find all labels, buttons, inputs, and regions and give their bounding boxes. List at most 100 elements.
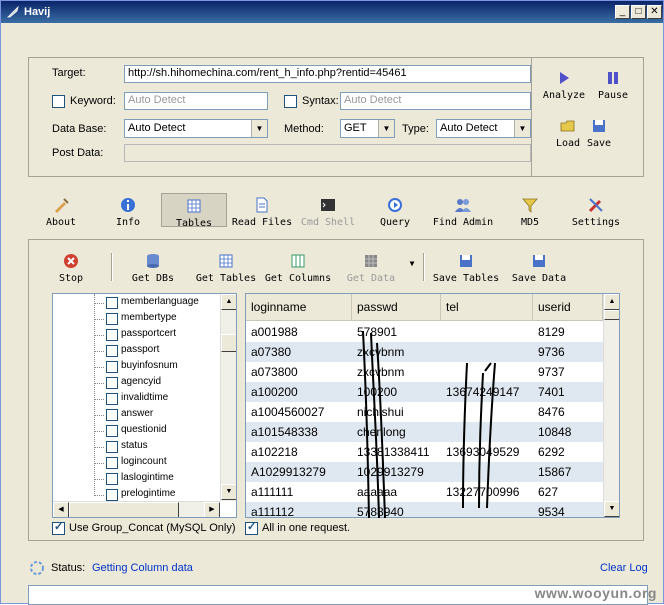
tree-item-checkbox[interactable] xyxy=(106,473,118,485)
get-dbs-button[interactable]: Get DBs xyxy=(128,252,178,284)
table-cell: 9736 xyxy=(538,345,565,359)
postdata-input[interactable] xyxy=(124,144,531,162)
tree-item[interactable]: questionid xyxy=(53,423,223,439)
database-select[interactable]: Auto Detect ▼ xyxy=(124,119,268,138)
table-row[interactable]: a07380 zxcvbnm 9736 xyxy=(246,342,603,362)
title-bar[interactable]: Havij xyxy=(1,1,663,23)
tree-vscrollbar[interactable]: ▲ ▼ xyxy=(220,294,236,501)
type-select[interactable]: Auto Detect ▼ xyxy=(436,119,531,138)
maximize-button[interactable]: □ xyxy=(631,5,646,19)
tree-item-checkbox[interactable] xyxy=(106,313,118,325)
get-data-dropdown[interactable]: ▼ xyxy=(407,259,417,268)
tree-hscrollbar[interactable]: ◀ ▶ xyxy=(53,501,220,517)
tree-item-checkbox[interactable] xyxy=(106,345,118,357)
column-header[interactable]: userid xyxy=(533,294,603,321)
tree-item-checkbox[interactable] xyxy=(106,441,118,453)
stop-button[interactable]: Stop xyxy=(55,252,87,284)
group-concat-checkbox[interactable] xyxy=(52,520,65,535)
scroll-up-button[interactable]: ▲ xyxy=(604,294,619,310)
table-row[interactable]: A1029913279 1029913279 15867 xyxy=(246,462,603,482)
table-cell: 13693049529 xyxy=(446,445,520,459)
postdata-label: Post Data: xyxy=(52,147,104,159)
tree-item[interactable]: buyinfosnum xyxy=(53,359,223,375)
tree-item[interactable]: status xyxy=(53,439,223,455)
close-button[interactable]: ✕ xyxy=(647,5,662,19)
table-row[interactable]: a111111 aaaaaa 13227700996 627 xyxy=(246,482,603,502)
scroll-up-button[interactable]: ▲ xyxy=(221,294,236,310)
tool-find-admin[interactable]: Find Admin xyxy=(430,196,496,228)
tree-item-checkbox[interactable] xyxy=(106,489,118,501)
table-cell: 6292 xyxy=(538,445,565,459)
tool-info-label: Info xyxy=(115,217,141,228)
scroll-left-button[interactable]: ◀ xyxy=(53,502,69,517)
keyword-checkbox[interactable] xyxy=(52,95,65,108)
scroll-right-button[interactable]: ▶ xyxy=(204,502,220,517)
tree-item-checkbox[interactable] xyxy=(106,409,118,421)
tree-item-checkbox[interactable] xyxy=(106,393,118,405)
pause-button[interactable]: Pause xyxy=(595,69,631,101)
tree-item-label: memberlanguage xyxy=(121,296,199,307)
tool-info[interactable]: Info xyxy=(111,196,145,228)
syntax-checkbox[interactable] xyxy=(284,95,297,108)
column-header[interactable]: tel xyxy=(441,294,533,321)
data-grid[interactable]: loginname passwd tel userid a001988 57890… xyxy=(245,293,620,518)
tool-query[interactable]: Query xyxy=(376,196,414,228)
tree-item[interactable]: invalidtime xyxy=(53,391,223,407)
tool-settings[interactable]: Settings xyxy=(570,196,622,228)
scroll-thumb[interactable] xyxy=(604,310,619,320)
table-row[interactable]: a1004560027 nichishui 8476 xyxy=(246,402,603,422)
table-row[interactable]: a073800 zxcvbnm 9737 xyxy=(246,362,603,382)
table-row[interactable]: a111112 5788940 9534 xyxy=(246,502,603,517)
table-row[interactable]: a102218 13381338411 13693049529 6292 xyxy=(246,442,603,462)
clear-log-link[interactable]: Clear Log xyxy=(600,562,648,574)
tree-item-checkbox[interactable] xyxy=(106,425,118,437)
column-header[interactable]: loginname xyxy=(246,294,352,321)
scroll-down-button[interactable]: ▼ xyxy=(221,484,236,500)
tree-item[interactable]: logincount xyxy=(53,455,223,471)
tree-item-checkbox[interactable] xyxy=(106,297,118,309)
tree-item-checkbox[interactable] xyxy=(106,457,118,469)
save-tables-button[interactable]: Save Tables xyxy=(430,252,502,284)
method-select[interactable]: GET ▼ xyxy=(340,119,395,138)
tree-item-checkbox[interactable] xyxy=(106,329,118,341)
tree-item-checkbox[interactable] xyxy=(106,361,118,373)
table-row[interactable]: a101548338 chenlong 10848 xyxy=(246,422,603,442)
analyze-button[interactable]: Analyze xyxy=(541,69,587,101)
file-icon xyxy=(256,197,268,213)
tool-tables[interactable]: Tables xyxy=(161,193,227,229)
tool-read-files[interactable]: Read Files xyxy=(230,196,294,228)
tree-item[interactable]: laslogintime xyxy=(53,471,223,487)
get-tables-button[interactable]: Get Tables xyxy=(194,252,258,284)
tree-item[interactable]: passportcert xyxy=(53,327,223,343)
get-data-button[interactable]: Get Data xyxy=(343,252,399,284)
tool-cmd-shell[interactable]: Cmd Shell xyxy=(298,196,358,228)
save-data-label: Save Data xyxy=(511,273,567,284)
tree-item[interactable]: membertype xyxy=(53,311,223,327)
save-data-button[interactable]: Save Data xyxy=(509,252,569,284)
scroll-down-button[interactable]: ▼ xyxy=(604,501,619,517)
scroll-thumb[interactable] xyxy=(221,334,236,352)
grid-vscrollbar[interactable]: ▲ ▼ xyxy=(603,294,619,517)
save-button[interactable]: Save xyxy=(585,117,613,149)
load-button[interactable]: Load xyxy=(554,117,582,149)
keyword-input[interactable]: Auto Detect xyxy=(124,92,268,110)
target-input[interactable]: http://sh.hihomechina.com/rent_h_info.ph… xyxy=(124,65,531,83)
tree-item-checkbox[interactable] xyxy=(106,377,118,389)
get-columns-button[interactable]: Get Columns xyxy=(263,252,333,284)
hscroll-thumb[interactable] xyxy=(69,502,179,517)
column-tree[interactable]: memberlanguage membertype passportcert pass… xyxy=(52,293,237,518)
tree-item[interactable]: passport xyxy=(53,343,223,359)
table-row[interactable]: a001988 578901 8129 xyxy=(246,322,603,342)
tool-md5[interactable]: MD5 xyxy=(516,196,544,228)
tool-about[interactable]: About xyxy=(41,196,81,228)
tree-item[interactable]: agencyid xyxy=(53,375,223,391)
tree-item[interactable]: memberlanguage xyxy=(53,295,223,311)
all-in-one-checkbox[interactable] xyxy=(245,520,258,535)
tree-item[interactable]: answer xyxy=(53,407,223,423)
syntax-input[interactable]: Auto Detect xyxy=(340,92,531,110)
table-row[interactable]: a100200 100200 13674249147 7401 xyxy=(246,382,603,402)
column-header[interactable]: passwd xyxy=(352,294,441,321)
data-grid-icon xyxy=(365,255,377,267)
minimize-button[interactable]: _ xyxy=(615,5,630,19)
tree-connector xyxy=(94,495,104,496)
